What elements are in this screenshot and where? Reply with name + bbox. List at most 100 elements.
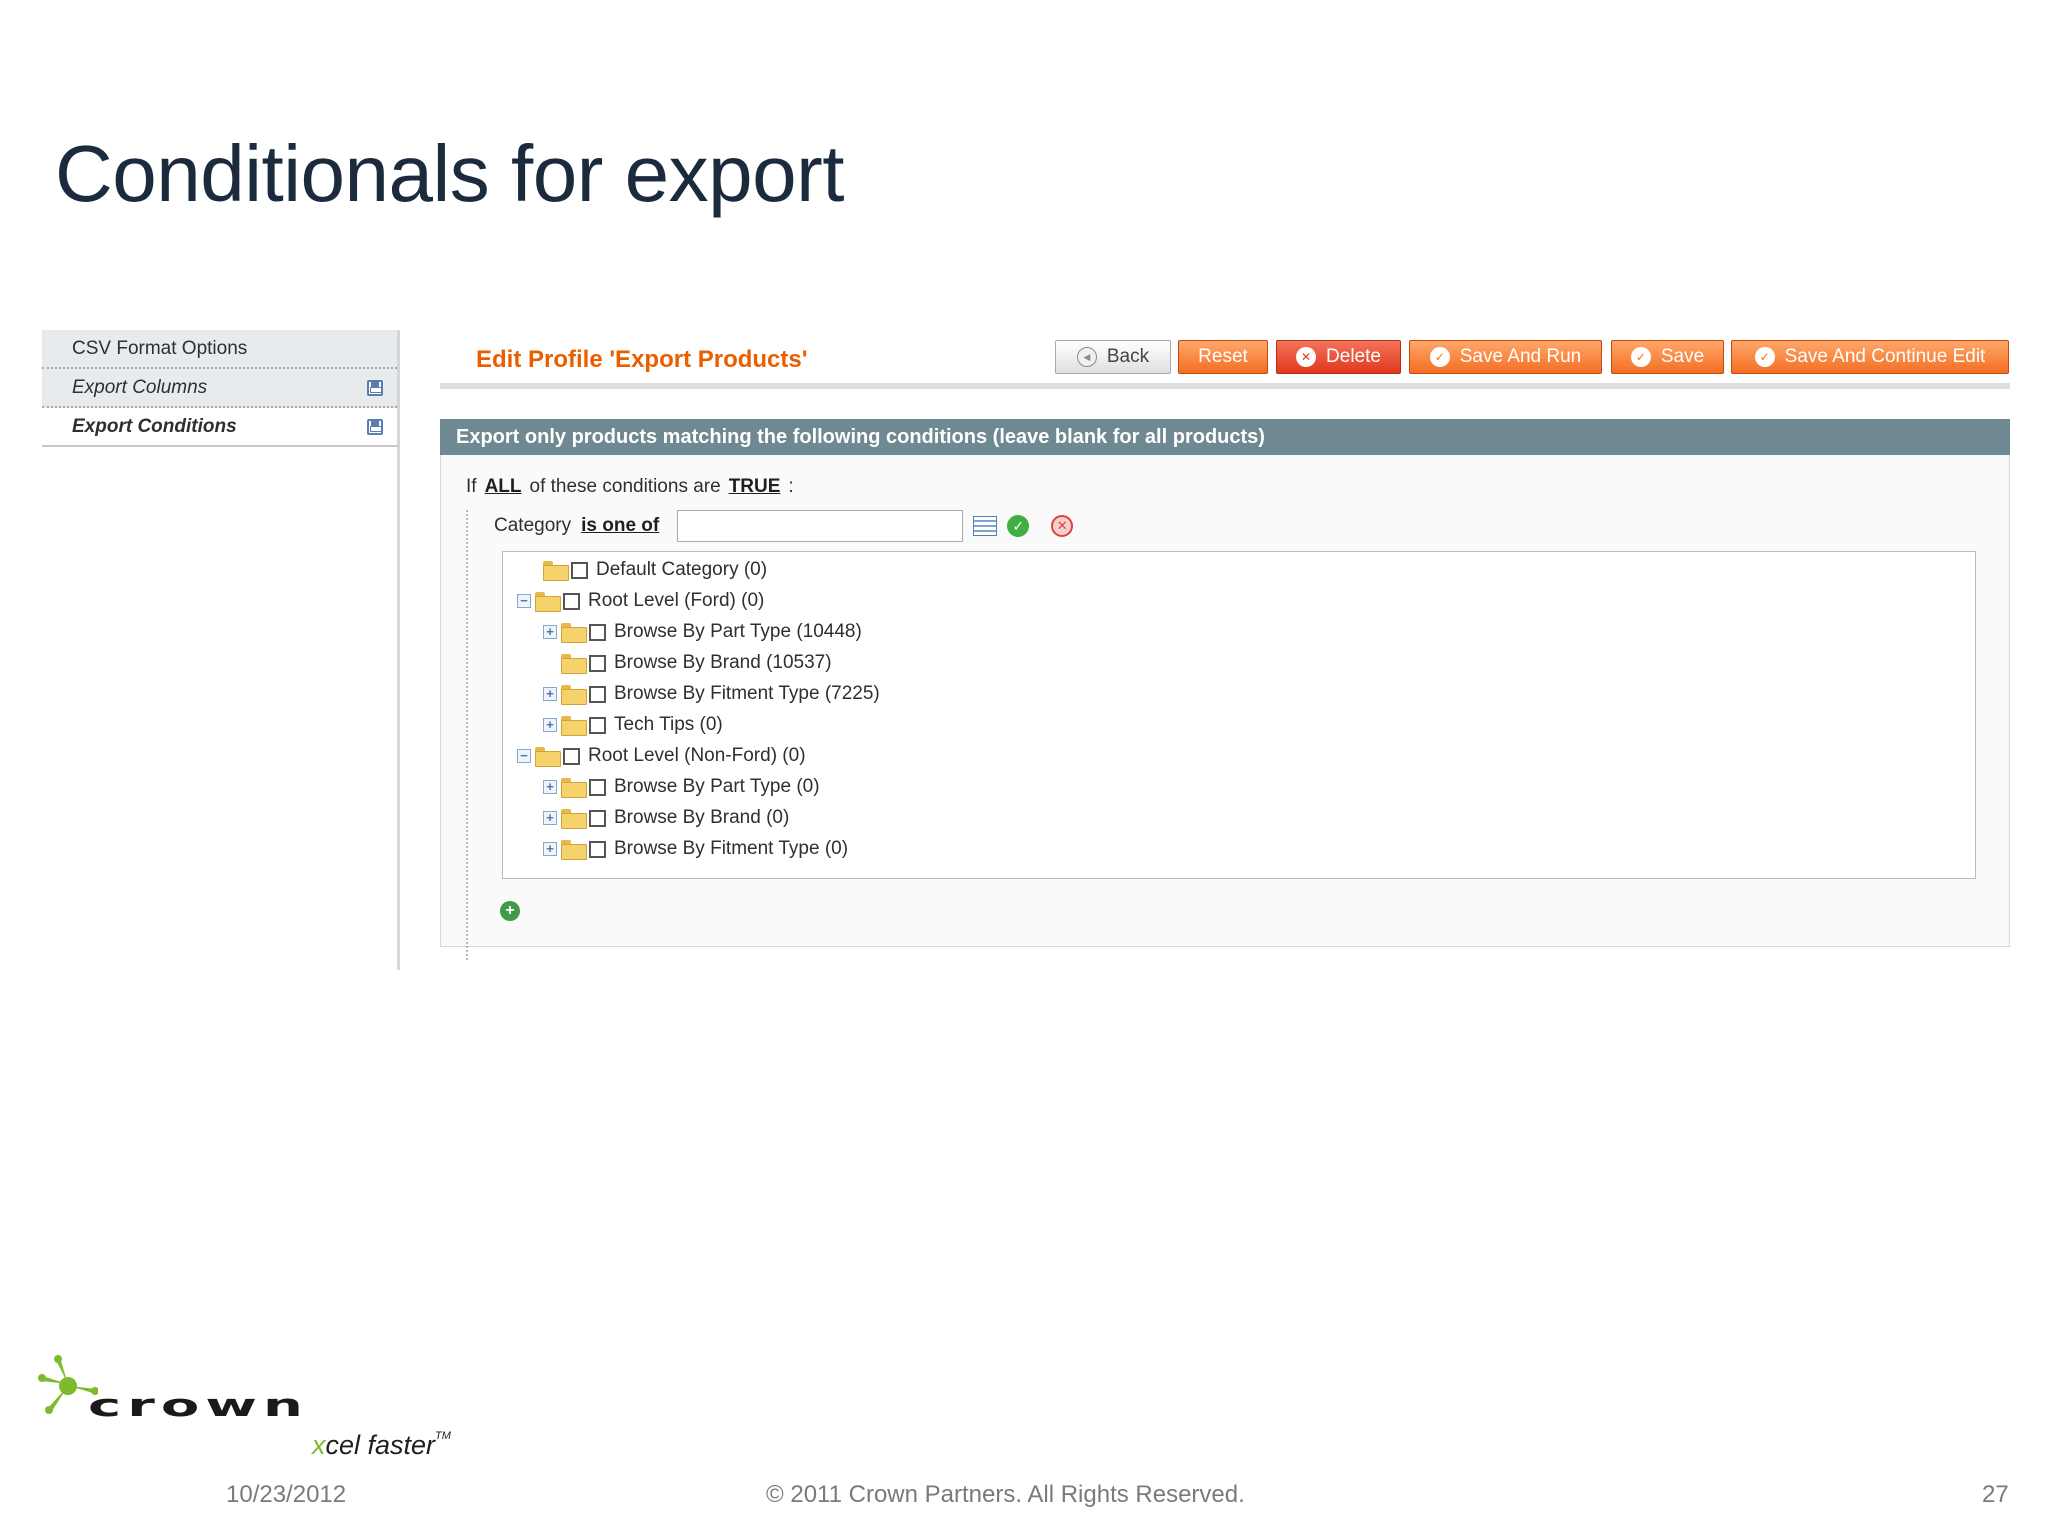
tree-node[interactable]: + Browse By Part Type (10448) [543,619,862,645]
node-label: Default Category (0) [596,559,768,580]
trademark: TM [435,1430,451,1442]
delete-button[interactable]: ✕ Delete [1276,340,1401,374]
node-checkbox[interactable] [563,592,580,610]
tab-label: Export Conditions [72,415,237,437]
remove-x-icon[interactable]: ✕ [1051,515,1074,537]
folder-icon [535,592,561,612]
conditions-section-header: Export only products matching the follow… [440,419,2010,455]
delete-x-icon: ✕ [1296,347,1317,367]
tree-node[interactable]: Default Category (0) [525,557,767,583]
condition-indent-guide [466,510,468,960]
slide-title: Conditionals for export [55,129,844,218]
page-number: 27 [1982,1481,2009,1508]
save-and-continue-button[interactable]: ✓ Save And Continue Edit [1731,340,2009,374]
tree-node[interactable]: + Browse By Fitment Type (7225) [543,681,880,707]
conditions-text: of these conditions are [529,476,721,497]
folder-icon [561,840,587,860]
delete-button-label: Delete [1326,346,1381,367]
save-and-continue-label: Save And Continue Edit [1784,346,1986,367]
check-icon: ✓ [1429,347,1450,367]
tree-node[interactable]: − Root Level (Non-Ford) (0) [517,743,806,769]
folder-icon [561,685,587,705]
expand-plus-icon[interactable]: + [543,780,557,794]
category-value-input[interactable] [677,510,964,542]
folder-icon [561,809,587,829]
save-and-run-label: Save And Run [1459,346,1582,367]
logo-wordmark: crown [88,1388,309,1424]
node-checkbox[interactable] [589,716,606,734]
save-disk-icon [367,380,383,396]
node-label: Browse By Part Type (10448) [614,621,862,642]
node-checkbox[interactable] [563,747,580,765]
node-label: Browse By Fitment Type (0) [614,838,849,859]
value-select[interactable]: TRUE [729,476,781,498]
tab-export-conditions[interactable]: Export Conditions [42,408,397,447]
page-title: Edit Profile 'Export Products' [476,346,808,373]
tree-node[interactable]: + Tech Tips (0) [543,712,723,738]
save-disk-icon [367,419,383,435]
folder-icon [561,716,587,736]
node-checkbox[interactable] [589,685,606,703]
category-condition: Category is one of ✓ ✕ [494,510,1074,542]
colon-text: : [788,476,794,497]
tab-csv-format-options[interactable]: CSV Format Options [42,330,397,369]
collapse-minus-icon[interactable]: − [517,594,531,608]
node-checkbox[interactable] [589,778,606,796]
folder-icon [561,654,587,674]
node-label: Root Level (Ford) (0) [588,590,765,611]
reset-button[interactable]: Reset [1178,340,1268,374]
condition-aggregator-line: If ALL of these conditions are TRUE : [466,476,794,498]
back-arrow-icon: ◀ [1076,347,1097,367]
expand-plus-icon[interactable]: + [543,811,557,825]
save-button[interactable]: ✓ Save [1611,340,1724,374]
node-label: Root Level (Non-Ford) (0) [588,745,806,766]
tree-node[interactable]: − Root Level (Ford) (0) [517,588,764,614]
node-checkbox[interactable] [589,840,606,858]
tree-node[interactable]: + Browse By Brand (0) [543,805,789,831]
apply-check-icon[interactable]: ✓ [1007,515,1030,537]
tree-node[interactable]: + Browse By Part Type (0) [543,774,820,800]
save-button-label: Save [1660,346,1705,367]
expand-plus-icon[interactable]: + [543,842,557,856]
check-icon: ✓ [1630,347,1651,367]
folder-icon [561,623,587,643]
if-text: If [466,476,477,497]
tree-node[interactable]: Browse By Brand (10537) [543,650,832,676]
tab-label: Export Columns [72,376,208,398]
aggregator-select[interactable]: ALL [485,476,522,498]
tree-node[interactable]: + Browse By Fitment Type (0) [543,836,848,862]
save-and-run-button[interactable]: ✓ Save And Run [1409,340,1602,374]
reset-button-label: Reset [1198,346,1248,367]
category-tree: Default Category (0) − Root Level (Ford)… [502,551,1976,879]
folder-icon [561,778,587,798]
node-checkbox[interactable] [589,654,606,672]
collapse-minus-icon[interactable]: − [517,749,531,763]
operator-select[interactable]: is one of [581,515,659,537]
node-checkbox[interactable] [589,809,606,827]
tab-label: CSV Format Options [72,337,248,359]
back-button-label: Back [1106,346,1150,367]
tagline-x: x [312,1430,326,1460]
add-condition-plus-icon[interactable]: + [500,901,520,921]
chooser-list-icon[interactable] [973,516,998,536]
header-divider [440,383,2010,389]
node-label: Tech Tips (0) [614,714,723,735]
tagline-rest: cel faster [325,1430,436,1460]
node-checkbox[interactable] [571,561,588,579]
node-checkbox[interactable] [589,623,606,641]
expand-plus-icon[interactable]: + [543,687,557,701]
check-icon: ✓ [1754,347,1775,367]
footer-date: 10/23/2012 [226,1481,347,1508]
node-label: Browse By Brand (0) [614,807,790,828]
folder-icon [543,561,569,581]
back-button[interactable]: ◀ Back [1055,340,1171,374]
tab-export-columns[interactable]: Export Columns [42,369,397,408]
expand-plus-icon[interactable]: + [543,718,557,732]
sidebar: CSV Format Options Export Columns Export… [42,330,400,970]
folder-icon [535,747,561,767]
node-label: Browse By Part Type (0) [614,776,820,797]
expand-plus-icon[interactable]: + [543,625,557,639]
node-label: Browse By Fitment Type (7225) [614,683,880,704]
